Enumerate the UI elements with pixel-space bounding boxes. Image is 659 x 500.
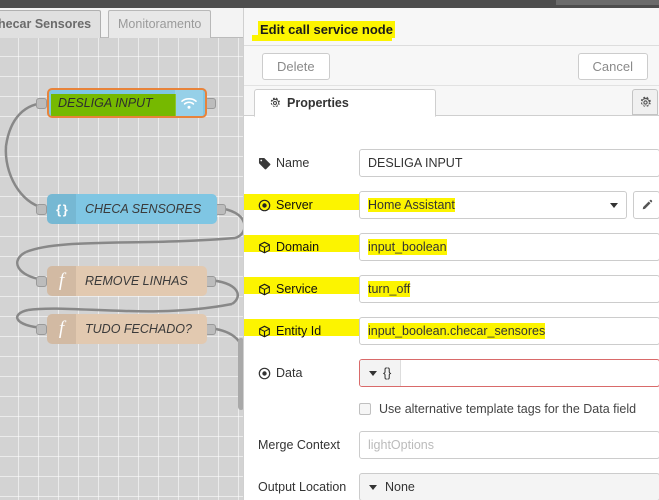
server-edit-button[interactable] [633, 191, 659, 219]
flow-tab-label: Monitoramento [118, 17, 202, 31]
flow-node-label: CHECA SENSORES [85, 202, 202, 216]
node-red-workspace: hecar Sensores Monitoramento DESLIGA INP… [0, 8, 245, 500]
entity-id-label-text: Entity Id [276, 324, 322, 338]
form-row-alt-template-tags: Use alternative template tags for the Da… [244, 394, 659, 424]
dialog-settings-gear-button[interactable] [632, 89, 658, 115]
data-label-text: Data [276, 366, 303, 380]
merge-context-label-text: Merge Context [258, 438, 340, 452]
form-row-server: Server Home Assistant [244, 184, 659, 226]
data-typed-input[interactable]: {} [359, 359, 659, 387]
edit-node-dialog: Edit call service node Delete Cancel Pro… [243, 8, 659, 500]
service-input[interactable]: turn_off [359, 275, 659, 303]
output-location-value: None [385, 480, 415, 494]
dialog-title: Edit call service node [258, 21, 395, 38]
form-row-data: Data {} [244, 352, 659, 394]
chevron-down-icon [369, 370, 377, 376]
entity-id-input-value: input_boolean.checar_sensores [368, 323, 546, 339]
dialog-tab-strip: Properties [244, 87, 659, 117]
data-label: Data [258, 366, 359, 380]
domain-label-text: Domain [276, 240, 320, 254]
alt-template-tags-label: Use alternative template tags for the Da… [379, 402, 637, 416]
output-location-label-text: Output Location [258, 480, 347, 494]
service-input-value: turn_off [368, 281, 411, 297]
tab-properties[interactable]: Properties [254, 89, 436, 117]
merge-context-placeholder: lightOptions [368, 438, 435, 452]
flow-tab-checar-sensores[interactable]: hecar Sensores [0, 10, 102, 38]
form-row-domain: Domain input_boolean [244, 226, 659, 268]
node-input-port[interactable] [36, 324, 47, 335]
chevron-down-icon [610, 202, 618, 208]
flow-tab-label: hecar Sensores [0, 17, 92, 31]
flow-tab-monitoramento[interactable]: Monitoramento [108, 10, 212, 38]
server-label-text: Server [276, 198, 313, 212]
gear-icon [269, 97, 281, 109]
merge-context-input[interactable]: lightOptions [359, 431, 659, 459]
form-row-merge-context: Merge Context lightOptions [244, 424, 659, 466]
service-label: Service [258, 282, 359, 296]
entity-id-label: Entity Id [258, 324, 359, 338]
node-input-port[interactable] [36, 204, 47, 215]
name-input-value: DESLIGA INPUT [368, 156, 463, 170]
output-location-select[interactable]: None [359, 473, 659, 500]
domain-label: Domain [258, 240, 359, 254]
name-input[interactable]: DESLIGA INPUT [359, 149, 659, 177]
node-input-port[interactable] [36, 276, 47, 287]
server-label: Server [258, 198, 359, 212]
form-row-service: Service turn_off [244, 268, 659, 310]
circle-dot-icon [258, 199, 271, 212]
name-label-text: Name [276, 156, 310, 170]
tab-properties-label: Properties [287, 96, 349, 110]
dialog-button-bar: Delete Cancel [244, 47, 659, 86]
cube-icon [258, 241, 271, 254]
function-f-icon: f [47, 266, 76, 296]
data-type-select[interactable]: {} [360, 360, 402, 386]
gear-icon [639, 96, 652, 109]
pencil-icon [641, 199, 653, 211]
circle-dot-icon [258, 367, 271, 380]
form-row-name: Name DESLIGA INPUT [244, 142, 659, 184]
entity-id-input[interactable]: input_boolean.checar_sensores [359, 317, 659, 345]
function-f-icon: f [47, 314, 76, 344]
flow-node-label: TUDO FECHADO? [85, 322, 192, 336]
flow-node-checa-sensores[interactable]: { } CHECA SENSORES [47, 194, 217, 224]
output-location-label: Output Location [258, 480, 359, 494]
flow-tab-bar: hecar Sensores Monitoramento [0, 8, 245, 38]
browser-top-bar-segment [556, 0, 659, 5]
form-row-entity-id: Entity Id input_boolean.checar_sensores [244, 310, 659, 352]
data-type-label: {} [383, 366, 392, 380]
name-label: Name [258, 156, 359, 170]
json-braces-icon: { } [47, 194, 76, 224]
flow-node-tudo-fechado[interactable]: f TUDO FECHADO? [47, 314, 207, 344]
dialog-titlebar: Edit call service node [244, 8, 659, 46]
chevron-down-icon [369, 484, 377, 490]
flow-node-remove-linhas[interactable]: f REMOVE LINHAS [47, 266, 207, 296]
service-label-text: Service [276, 282, 318, 296]
cube-icon [258, 325, 271, 338]
alt-template-tags-checkbox[interactable] [359, 403, 371, 415]
node-input-port[interactable] [36, 98, 47, 109]
flow-node-label: REMOVE LINHAS [85, 274, 188, 288]
domain-input-value: input_boolean [368, 239, 447, 255]
merge-context-label: Merge Context [258, 438, 359, 452]
domain-input[interactable]: input_boolean [359, 233, 659, 261]
delete-button[interactable]: Delete [262, 53, 330, 80]
cube-icon [258, 283, 271, 296]
dialog-form-body: Name DESLIGA INPUT Server Home Assistant [244, 116, 659, 500]
flow-node-desliga-input[interactable]: DESLIGA INPUT [47, 88, 207, 118]
cancel-button[interactable]: Cancel [577, 53, 648, 80]
tag-icon [258, 157, 271, 170]
wifi-icon [175, 90, 203, 116]
server-select[interactable]: Home Assistant [359, 191, 627, 219]
form-row-output-location: Output Location None [244, 466, 659, 500]
server-select-value: Home Assistant [368, 198, 455, 212]
flow-canvas[interactable]: DESLIGA INPUT { } CHECA SENSORES f REMOV… [0, 38, 245, 500]
